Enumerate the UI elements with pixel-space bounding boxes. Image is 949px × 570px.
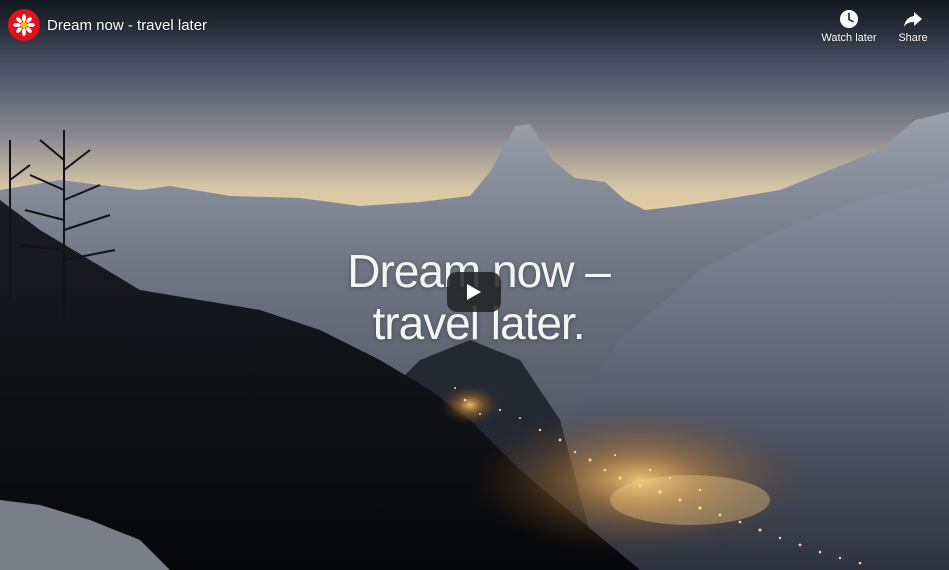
watch-later-label: Watch later <box>821 32 877 44</box>
share-arrow-icon <box>904 12 922 27</box>
channel-avatar[interactable] <box>8 9 40 41</box>
share-button[interactable]: Share <box>881 9 945 44</box>
watch-later-button[interactable]: Watch later <box>817 9 881 44</box>
video-player[interactable]: Dream now - travel later Watch later Sha… <box>0 0 949 570</box>
video-title[interactable]: Dream now - travel later <box>47 17 207 34</box>
share-label: Share <box>898 32 928 44</box>
edelweiss-icon <box>13 14 35 36</box>
play-button[interactable] <box>447 272 501 312</box>
clock-icon <box>840 10 858 28</box>
play-icon <box>467 284 481 300</box>
